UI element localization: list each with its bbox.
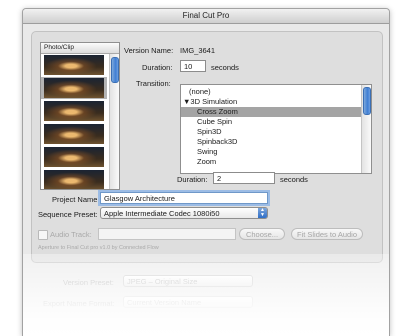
thumbnail-item[interactable] — [41, 54, 107, 77]
thumbnail-item[interactable] — [41, 146, 107, 169]
settings-panel: Photo/Clip Version Name: IMG_3641 Durati… — [31, 31, 383, 263]
export-name-format-label: Export Name Format: — [43, 299, 115, 308]
export-name-format-popup[interactable]: Current Version Name — [123, 296, 253, 308]
thumbnail-list — [41, 54, 108, 189]
audio-track-field[interactable] — [98, 228, 236, 240]
transition-item-cross-zoom[interactable]: Cross Zoom — [181, 107, 371, 117]
transition-item-none[interactable]: (none) — [181, 87, 369, 97]
photo-clip-header: Photo/Clip — [41, 43, 119, 54]
thumbnail-image — [44, 78, 104, 98]
plugin-credit-note: Aperture to Final Cut pro v1.0 by Connec… — [38, 245, 159, 251]
transition-item-spinback3d[interactable]: Spinback3D — [181, 137, 371, 147]
transition-duration-unit: seconds — [280, 175, 308, 184]
sequence-preset-popup[interactable]: Apple Intermediate Codec 1080i50 ▲ ▼ — [100, 207, 268, 219]
photo-list-scrollbar[interactable] — [109, 54, 119, 189]
thumbnail-item[interactable] — [41, 100, 107, 123]
transition-duration-label: Duration: — [177, 175, 208, 184]
choose-audio-button[interactable]: Choose... — [239, 228, 285, 240]
transition-scroll-thumb[interactable] — [363, 87, 371, 115]
duration-unit: seconds — [211, 63, 239, 72]
duration-label: Duration: — [142, 63, 173, 72]
transition-item-cube-spin[interactable]: Cube Spin — [181, 117, 371, 127]
export-name-format-value: Current Version Name — [127, 298, 202, 307]
thumbnail-image — [44, 101, 104, 121]
transition-item-spin3d[interactable]: Spin3D — [181, 127, 371, 137]
sequence-preset-value: Apple Intermediate Codec 1080i50 — [104, 209, 220, 218]
thumbnail-item-selected[interactable] — [41, 77, 107, 100]
project-name-label: Project Name: — [52, 195, 100, 204]
transition-item-swing[interactable]: Swing — [181, 147, 371, 157]
version-preset-label: Version Preset: — [63, 278, 114, 287]
thumbnail-image — [44, 170, 104, 189]
final-cut-export-dialog: Final Cut Pro Photo/Clip Version Name: I… — [22, 8, 390, 336]
fit-slides-to-audio-button[interactable]: Fit Slides to Audio — [291, 228, 363, 240]
photo-clip-list[interactable]: Photo/Clip — [40, 42, 120, 190]
thumbnail-item[interactable] — [41, 169, 107, 189]
version-name-value: IMG_3641 — [180, 46, 216, 55]
window-title: Final Cut Pro — [23, 9, 389, 24]
version-name-label: Version Name: — [124, 46, 174, 55]
popup-arrows-icon: ▲ ▼ — [258, 208, 267, 218]
audio-track-checkbox[interactable] — [38, 230, 48, 240]
version-preset-popup[interactable]: JPEG – Original Size — [123, 275, 253, 287]
reflection-fade-overlay — [23, 254, 389, 336]
transition-item-zoom[interactable]: Zoom — [181, 157, 371, 167]
project-name-field[interactable]: Glasgow Architecture — [100, 192, 268, 204]
thumbnail-image — [44, 147, 104, 167]
transition-list-scrollbar[interactable] — [361, 85, 371, 173]
transition-group-3d-simulation[interactable]: ▼3D Simulation — [181, 97, 363, 107]
duration-field[interactable]: 10 — [180, 60, 206, 72]
thumbnail-image — [44, 124, 104, 144]
thumbnail-item[interactable] — [41, 123, 107, 146]
thumbnail-image — [44, 55, 104, 75]
transition-label: Transition: — [136, 79, 171, 88]
photo-list-scroll-thumb[interactable] — [111, 57, 119, 83]
sequence-preset-label: Sequence Preset: — [38, 210, 98, 219]
transition-duration-field[interactable]: 2 — [213, 172, 275, 184]
transition-list[interactable]: (none) ▼3D Simulation Cross Zoom Cube Sp… — [180, 84, 372, 174]
audio-track-label: Audio Track: — [50, 230, 92, 239]
version-preset-value: JPEG – Original Size — [127, 277, 198, 286]
